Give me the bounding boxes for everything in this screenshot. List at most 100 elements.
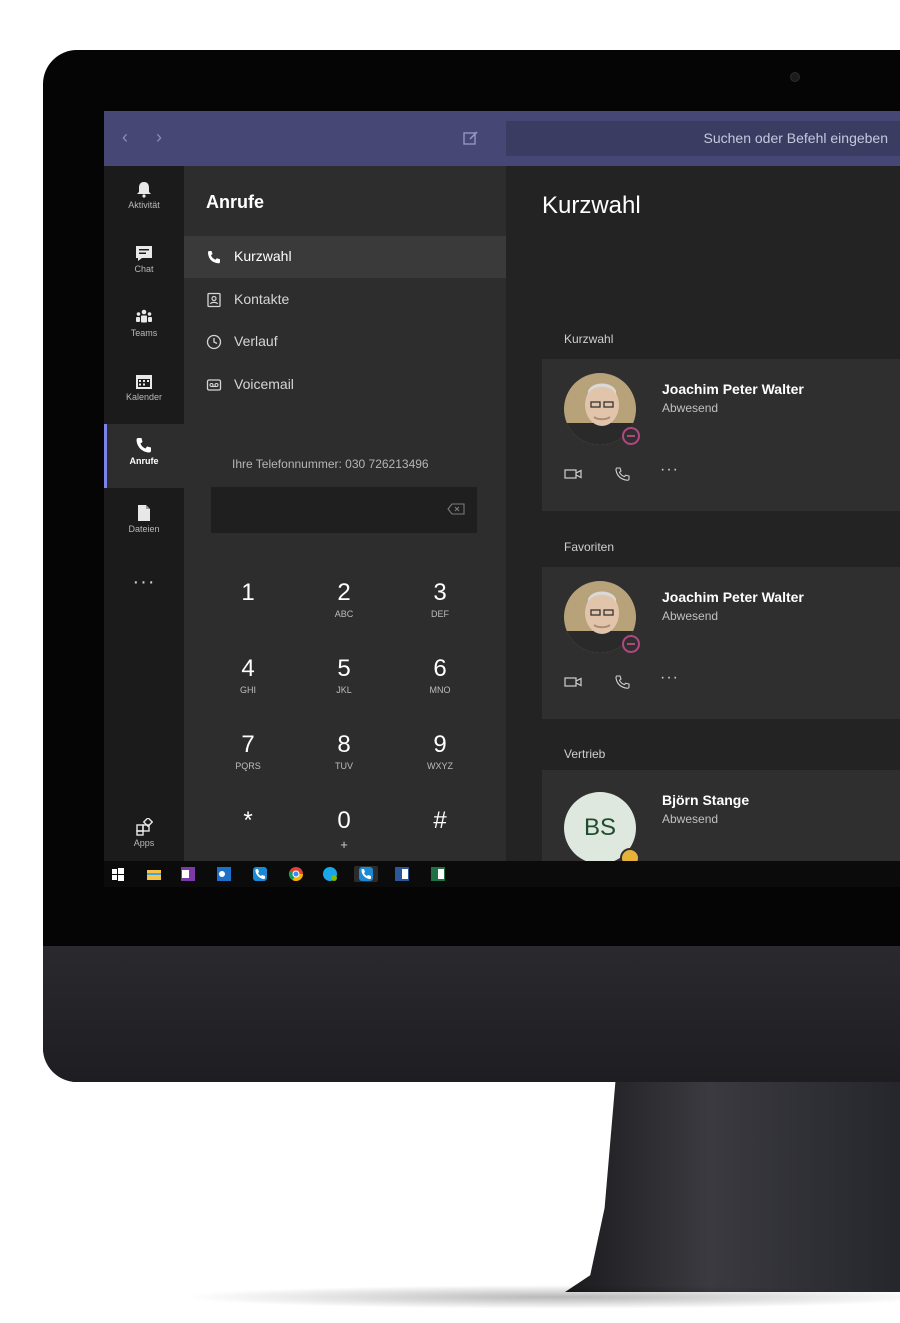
- video-call-icon[interactable]: [564, 467, 582, 481]
- section-label: Vertrieb: [564, 747, 606, 761]
- backspace-icon[interactable]: [447, 503, 465, 515]
- dial-key-2[interactable]: 2 ABC: [304, 579, 384, 619]
- forward-arrow-icon[interactable]: ›: [156, 127, 162, 148]
- rail-item-teams[interactable]: Teams: [104, 296, 184, 356]
- nav-item-history[interactable]: Verlauf: [184, 321, 506, 363]
- windows-taskbar: [104, 861, 900, 887]
- nav-item-voicemail[interactable]: Voicemail: [184, 364, 506, 406]
- monitor-stand: [565, 1082, 900, 1292]
- word-icon[interactable]: [394, 866, 410, 882]
- rail-label: Teams: [130, 328, 158, 338]
- excel-icon[interactable]: [430, 866, 446, 882]
- bell-icon: [137, 182, 151, 198]
- contact-card[interactable]: Joachim Peter Walter Abwesend ···: [542, 359, 900, 511]
- dial-key-4[interactable]: 4 GHI: [208, 655, 288, 695]
- key-letters: MNO: [429, 685, 451, 695]
- key-digit: 2: [337, 579, 351, 606]
- voicemail-icon: [206, 379, 222, 391]
- audio-call-icon[interactable]: [614, 467, 632, 481]
- contact-card[interactable]: Joachim Peter Walter Abwesend ···: [542, 567, 900, 719]
- key-digit: 3: [433, 579, 447, 606]
- dial-key-7[interactable]: 7 PQRS: [208, 731, 288, 771]
- key-digit: 5: [337, 655, 351, 682]
- video-call-icon[interactable]: [564, 675, 582, 689]
- rail-item-calls[interactable]: Anrufe: [104, 424, 184, 488]
- dial-key-5[interactable]: 5 JKL: [304, 655, 384, 695]
- rail-label: Aktivität: [128, 200, 160, 210]
- back-arrow-icon[interactable]: ‹: [122, 127, 128, 148]
- panel-title: Anrufe: [206, 192, 264, 212]
- title-bar: ‹ › Suchen oder Befehl eingeben: [104, 111, 900, 166]
- teams-icon: [136, 309, 152, 323]
- key-digit: 9: [433, 731, 447, 758]
- calendar-icon: [136, 375, 152, 389]
- nav-item-contacts[interactable]: Kontakte: [184, 279, 506, 321]
- contact-name: Joachim Peter Walter: [662, 589, 804, 605]
- stand-shadow: [180, 1285, 900, 1309]
- dial-key-9[interactable]: 9 WXYZ: [400, 731, 480, 771]
- compose-icon[interactable]: [462, 129, 480, 147]
- camera: [790, 72, 800, 82]
- windows-icon[interactable]: [110, 866, 126, 882]
- key-letters: JKL: [336, 685, 352, 695]
- dial-key-1[interactable]: 1: [208, 579, 288, 609]
- section-label: Kurzwahl: [564, 332, 614, 346]
- away-status-icon: [622, 427, 640, 445]
- more-apps-button[interactable]: ···: [104, 571, 184, 594]
- contact-name: Björn Stange: [662, 792, 750, 808]
- rail-label: Anrufe: [129, 456, 159, 466]
- phone-app-icon[interactable]: [252, 866, 268, 882]
- dial-key-star[interactable]: *: [208, 807, 288, 837]
- key-digit: 1: [241, 579, 255, 606]
- outlook-icon[interactable]: [216, 866, 232, 882]
- key-letters: GHI: [239, 685, 256, 695]
- key-letters: PQRS: [235, 761, 261, 771]
- phone-app-icon[interactable]: [354, 866, 378, 882]
- apps-icon: [136, 818, 153, 836]
- monitor-chin: [43, 946, 900, 1082]
- contact-status: Abwesend: [662, 401, 719, 415]
- onenote-icon[interactable]: [180, 866, 196, 882]
- key-letters: +: [340, 837, 348, 852]
- more-options-button[interactable]: ···: [660, 669, 679, 687]
- contact-status: Abwesend: [662, 609, 719, 623]
- nav-item-speed-dial[interactable]: Kurzwahl: [184, 236, 506, 278]
- explorer-icon[interactable]: [146, 866, 162, 882]
- speed-dial-main: Kurzwahl Kurzwahl Joachim Peter Walter A…: [506, 166, 900, 868]
- key-digit: 0: [337, 807, 351, 834]
- dial-key-0[interactable]: 0 +: [304, 807, 384, 852]
- nav-label: Kurzwahl: [234, 248, 292, 264]
- rail-item-activity[interactable]: Aktivität: [104, 168, 184, 228]
- chrome-icon[interactable]: [288, 866, 304, 882]
- dial-key-hash[interactable]: #: [400, 807, 480, 837]
- contact-status: Abwesend: [662, 812, 719, 826]
- nav-label: Voicemail: [234, 376, 294, 392]
- clock-icon: [206, 334, 222, 350]
- rail-item-files[interactable]: Dateien: [104, 492, 184, 552]
- teams-window: ‹ › Suchen oder Befehl eingeben Aktivitä…: [104, 111, 900, 887]
- rail-item-apps[interactable]: Apps: [104, 806, 184, 866]
- dial-number-input[interactable]: [211, 487, 477, 533]
- dial-key-6[interactable]: 6 MNO: [400, 655, 480, 695]
- rail-label: Kalender: [125, 392, 163, 402]
- rail-label: Chat: [134, 264, 154, 274]
- contact-card[interactable]: BS Björn Stange Abwesend: [542, 770, 900, 868]
- key-letters: DEF: [431, 609, 449, 619]
- key-digit: 4: [241, 655, 255, 682]
- rail-label: Apps: [133, 838, 155, 848]
- audio-call-icon[interactable]: [614, 675, 632, 689]
- dial-key-8[interactable]: 8 TUV: [304, 731, 384, 771]
- skype-icon[interactable]: [322, 866, 338, 882]
- rail-item-calendar[interactable]: Kalender: [104, 360, 184, 420]
- key-digit: 7: [241, 731, 255, 758]
- key-digit: 8: [337, 731, 351, 758]
- dial-key-3[interactable]: 3 DEF: [400, 579, 480, 619]
- key-letters: WXYZ: [427, 761, 453, 771]
- calls-panel: Anrufe Kurzwahl Kontakte Verlauf Voicema…: [184, 166, 506, 861]
- more-options-button[interactable]: ···: [660, 461, 679, 479]
- nav-label: Verlauf: [234, 333, 278, 349]
- rail-item-chat[interactable]: Chat: [104, 232, 184, 292]
- nav-label: Kontakte: [234, 291, 290, 307]
- phone-icon: [136, 438, 151, 453]
- search-input[interactable]: Suchen oder Befehl eingeben: [506, 121, 900, 156]
